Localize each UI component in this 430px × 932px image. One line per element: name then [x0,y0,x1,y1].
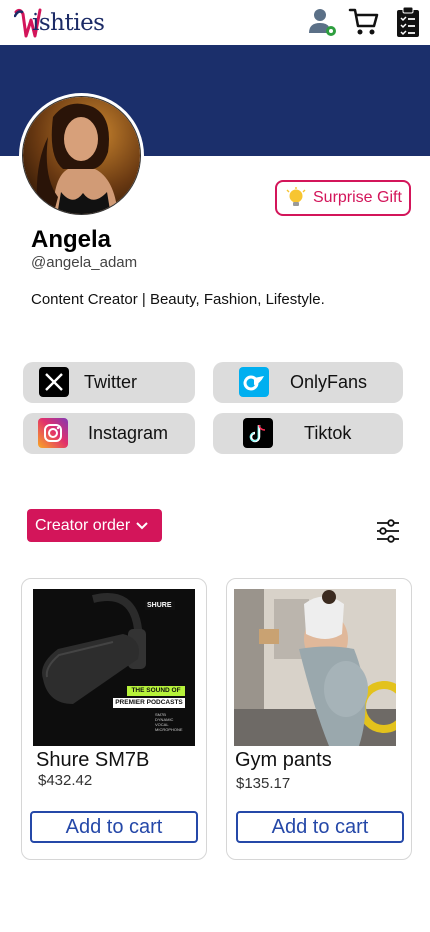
product-card[interactable]: SHURE THE SOUND OF PREMIER PODCASTS SM7B… [21,578,207,860]
surprise-gift-label: Surprise Gift [313,189,402,206]
social-label: Instagram [88,423,169,443]
product-price: $432.42 [38,772,93,789]
social-tiktok-button[interactable]: Tiktok [213,413,403,454]
sort-order-dropdown[interactable]: Creator order [27,509,162,542]
sort-order-label: Creator order [35,516,131,534]
product-image-gym-pants[interactable] [234,589,396,746]
chevron-down-icon [136,521,148,529]
filter-sliders-icon[interactable] [374,517,402,545]
product-image-microphone[interactable]: SHURE THE SOUND OF PREMIER PODCASTS SM7B… [33,589,195,746]
instagram-icon [38,418,68,448]
add-to-cart-button[interactable]: Add to cart [236,811,404,843]
profile-bio: Content Creator | Beauty, Fashion, Lifes… [31,291,325,308]
profile-name: Angela [31,226,112,253]
avatar-photo [22,96,141,215]
product-name[interactable]: Gym pants [235,749,332,772]
social-instagram-button[interactable]: Instagram [23,413,195,454]
onlyfans-icon [239,367,269,397]
top-bar: ishties [0,0,430,45]
tiktok-icon [243,418,273,448]
add-to-cart-button[interactable]: Add to cart [30,811,198,843]
social-label: OnlyFans [290,372,368,392]
cart-icon[interactable] [347,5,381,39]
profile-handle: @angela_adam [31,254,138,271]
image-small-text: SM7B DYNAMIC VOCAL MICROPHONE [155,712,183,732]
product-card[interactable]: Gym pants $135.17 Add to cart [226,578,412,860]
logo-text: ishties [32,10,105,36]
product-price: $135.17 [236,775,291,792]
surprise-gift-button[interactable]: Surprise Gift [275,180,411,216]
social-label: Tiktok [304,423,352,443]
image-tagline-1: THE SOUND OF [127,686,185,696]
social-twitter-button[interactable]: Twitter [23,362,195,403]
image-tagline-2: PREMIER PODCASTS [113,698,185,708]
product-name[interactable]: Shure SM7B [36,749,149,772]
checklist-icon[interactable] [391,5,425,39]
image-brand-text: SHURE [147,602,172,609]
avatar[interactable] [19,93,144,218]
social-label: Twitter [84,372,138,392]
social-onlyfans-button[interactable]: OnlyFans [213,362,403,403]
user-settings-icon[interactable] [305,5,339,39]
x-twitter-icon [39,367,69,397]
lightbulb-icon [286,187,306,206]
